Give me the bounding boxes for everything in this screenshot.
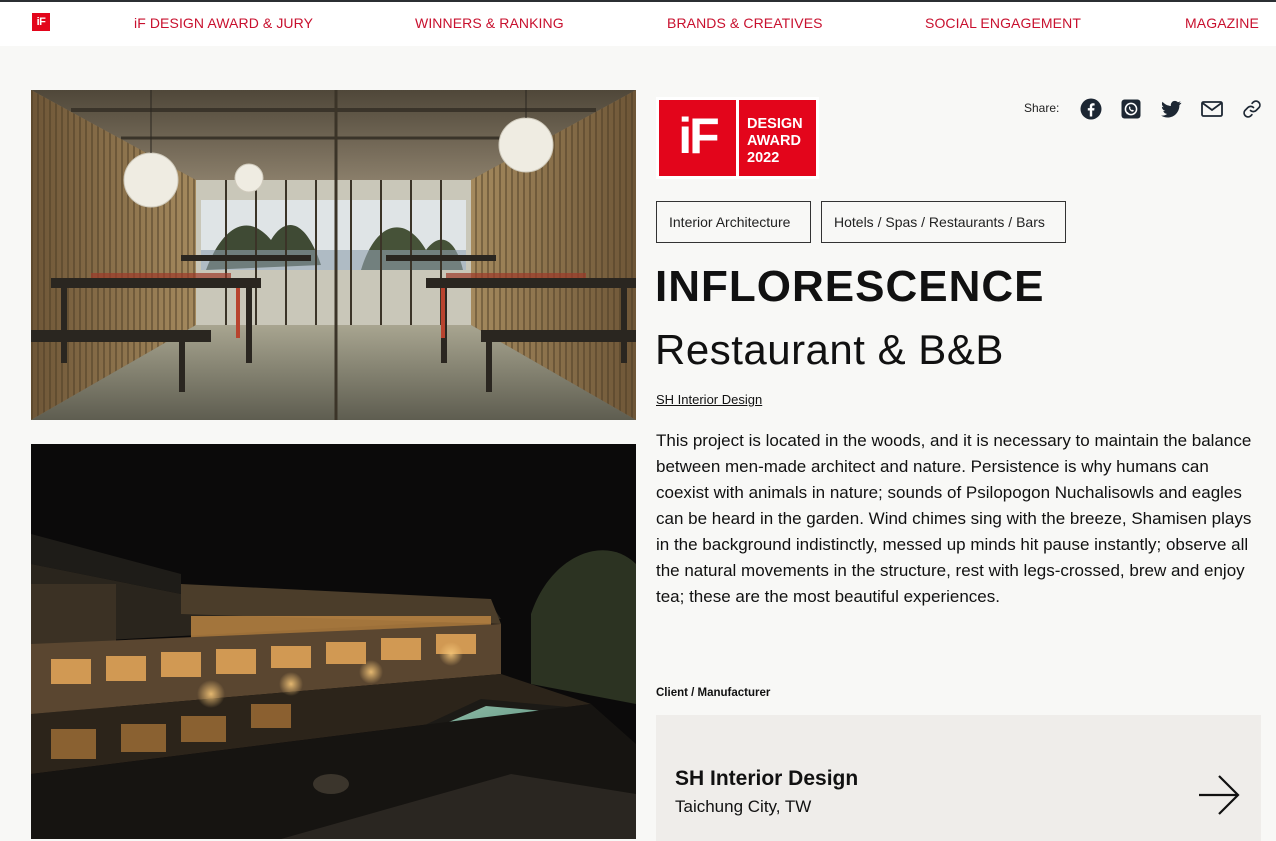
main-navigation: iF iF DESIGN AWARD & JURY WINNERS & RANK… bbox=[0, 2, 1276, 46]
tag-hotels-spas-restaurants-bars[interactable]: Hotels / Spas / Restaurants / Bars bbox=[821, 201, 1066, 243]
award-line-design: DESIGN bbox=[747, 116, 803, 132]
project-subtitle: Restaurant & B&B bbox=[655, 326, 1004, 373]
project-image-exterior-night[interactable] bbox=[31, 444, 636, 839]
tag-interior-architecture[interactable]: Interior Architecture bbox=[656, 201, 811, 243]
designer-link[interactable]: SH Interior Design bbox=[656, 392, 762, 407]
client-name: SH Interior Design bbox=[675, 767, 859, 790]
award-text-box: DESIGN AWARD 2022 bbox=[739, 100, 816, 176]
award-line-award: AWARD bbox=[747, 133, 801, 149]
nav-item-brands-creatives[interactable]: BRANDS & CREATIVES bbox=[667, 15, 823, 31]
award-if-mark: iF bbox=[678, 108, 719, 164]
nav-item-magazine[interactable]: MAGAZINE bbox=[1185, 15, 1259, 31]
client-manufacturer-label: Client / Manufacturer bbox=[656, 687, 771, 699]
project-image-interior[interactable] bbox=[31, 90, 636, 420]
nav-item-winners-ranking[interactable]: WINNERS & RANKING bbox=[415, 15, 564, 31]
client-location: Taichung City, TW bbox=[675, 797, 812, 816]
award-mark-box: iF bbox=[659, 100, 736, 176]
mail-icon[interactable] bbox=[1200, 97, 1224, 121]
link-icon[interactable] bbox=[1240, 97, 1264, 121]
nav-item-social-engagement[interactable]: SOCIAL ENGAGEMENT bbox=[925, 15, 1081, 31]
client-card[interactable]: SH Interior Design Taichung City, TW bbox=[656, 715, 1261, 841]
project-description: This project is located in the woods, an… bbox=[656, 431, 1252, 606]
twitter-icon[interactable] bbox=[1159, 97, 1183, 121]
arrow-right-icon[interactable] bbox=[1196, 772, 1242, 818]
share-label: Share: bbox=[1024, 101, 1060, 115]
facebook-icon[interactable] bbox=[1079, 97, 1103, 121]
nav-item-design-award-jury[interactable]: iF DESIGN AWARD & JURY bbox=[134, 15, 313, 31]
project-title: INFLORESCENCE bbox=[655, 262, 1045, 311]
if-logo[interactable]: iF bbox=[32, 13, 50, 31]
award-line-year: 2022 bbox=[747, 150, 780, 166]
whatsapp-icon[interactable] bbox=[1119, 97, 1143, 121]
if-design-award-2022-badge: iF DESIGN AWARD 2022 bbox=[656, 97, 819, 179]
